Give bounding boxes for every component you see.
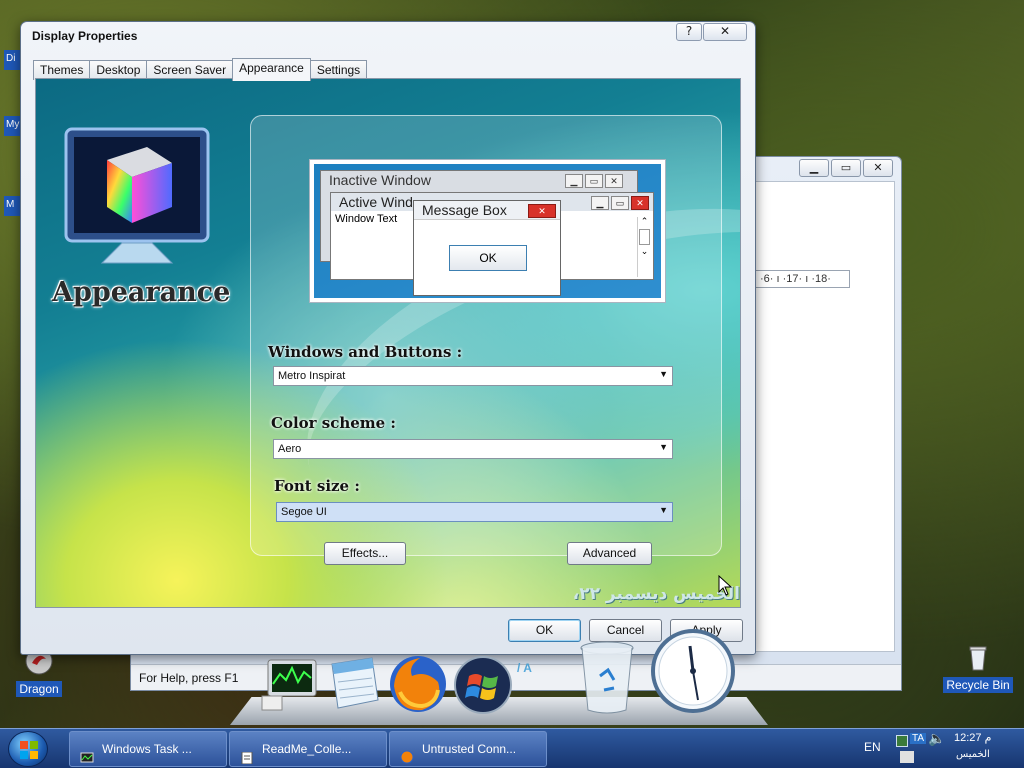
help-button[interactable]: ?: [676, 23, 702, 41]
taskbar-item-readme[interactable]: ReadMe_Colle...: [229, 731, 387, 767]
firefox-dock-icon[interactable]: [386, 652, 450, 719]
taskbar-item-task-manager[interactable]: Windows Task ...: [69, 731, 227, 767]
tab-themes[interactable]: Themes: [33, 60, 91, 80]
tray-badge[interactable]: TA: [910, 733, 927, 744]
maximize-icon: ▭: [585, 174, 603, 188]
color-scheme-value: Aero: [278, 443, 302, 455]
advanced-button[interactable]: Advanced: [567, 542, 652, 565]
clock-dock-icon[interactable]: [650, 628, 736, 717]
message-box-title: Message Box: [422, 202, 507, 218]
font-size-label: Font size :: [274, 477, 360, 495]
recycle-bin-dock-icon[interactable]: [578, 640, 636, 719]
windows-buttons-label: Windows and Buttons :: [268, 343, 463, 361]
desktop-icon-label: Recycle Bin: [943, 677, 1013, 693]
tab-settings[interactable]: Settings: [309, 60, 368, 80]
appearance-panel: Appearance Inactive Window ▁ ▭ ✕ Active Wi…: [35, 78, 741, 608]
maximize-icon: ▭: [611, 196, 629, 210]
status-bar: For Help, press F1 ‭/ A: [131, 661, 901, 690]
system-tray: EN TA 🔈 12:27 م الخميس: [864, 729, 1024, 768]
dropdown-arrow-icon: ▼: [659, 505, 668, 515]
mouse-cursor-icon: [718, 574, 733, 600]
clock-time[interactable]: 12:27 م: [954, 731, 991, 744]
taskbar-item-label: ReadMe_Colle...: [262, 742, 352, 756]
date-overlay: الخميس ديسمبر ٢٢، ٢٠٢٢: [572, 584, 740, 607]
active-window-title: Active Wind: [339, 194, 413, 210]
dialog-close-button[interactable]: ✕: [703, 23, 747, 41]
windows-buttons-select[interactable]: Metro Inspirat ▼: [273, 366, 673, 386]
font-size-value: Segoe UI: [281, 506, 327, 518]
taskbar-item-firefox[interactable]: Untrusted Conn...: [389, 731, 547, 767]
notepad-dock-icon[interactable]: [324, 654, 384, 717]
taskbar-item-label: Untrusted Conn...: [422, 742, 517, 756]
volume-icon[interactable]: 🔈: [928, 731, 945, 747]
status-text: For Help, press F1: [139, 671, 239, 685]
status-fragment: ‭/ A: [517, 661, 532, 675]
task-manager-icon: [80, 743, 94, 763]
windows-buttons-value: Metro Inspirat: [278, 370, 346, 382]
taskbar-item-label: Windows Task ...: [102, 742, 192, 756]
taskbar: Windows Task ... ReadMe_Colle... Untrust…: [0, 728, 1024, 768]
document-icon: [240, 743, 254, 765]
inactive-window-title: Inactive Window: [329, 172, 431, 188]
start-button[interactable]: [8, 731, 48, 767]
task-manager-dock-icon[interactable]: [260, 656, 322, 715]
minimize-button[interactable]: ▁: [799, 159, 829, 177]
firefox-icon: [400, 743, 414, 764]
maximize-button[interactable]: ▭: [831, 159, 861, 177]
dropdown-arrow-icon: ▼: [659, 442, 668, 452]
message-box-preview: Message Box ✕ OK: [413, 200, 561, 296]
security-icon[interactable]: [900, 751, 914, 763]
appearance-heading: Appearance: [52, 277, 231, 308]
clock-day: الخميس: [956, 749, 990, 760]
close-button[interactable]: ✕: [863, 159, 893, 177]
tab-desktop[interactable]: Desktop: [89, 60, 148, 80]
tab-appearance[interactable]: Appearance: [232, 58, 311, 81]
document-area[interactable]: [755, 181, 895, 652]
color-scheme-select[interactable]: Aero ▼: [273, 439, 673, 459]
minimize-icon: ▁: [565, 174, 583, 188]
desktop-icon-label: Dragon: [16, 681, 62, 697]
display-properties-dialog[interactable]: Display Properties ? ✕ Themes Desktop Sc…: [20, 21, 756, 655]
font-size-select[interactable]: Segoe UI ▼: [276, 502, 673, 522]
close-icon: ✕: [528, 204, 556, 218]
network-icon[interactable]: [896, 735, 908, 747]
appearance-preview: Inactive Window ▁ ▭ ✕ Active Wind ▁ ▭ ✕ Wind…: [309, 159, 666, 303]
color-scheme-label: Color scheme :: [271, 414, 396, 432]
tab-screen-saver[interactable]: Screen Saver: [146, 60, 234, 80]
language-indicator[interactable]: EN: [864, 740, 881, 754]
ok-button[interactable]: OK: [508, 619, 581, 642]
windows-dock-icon[interactable]: [452, 654, 514, 719]
desktop-icon-recycle-bin[interactable]: Recycle Bin: [938, 641, 1018, 693]
dialog-title: Display Properties: [32, 29, 138, 43]
close-icon: ✕: [605, 174, 623, 188]
message-box-ok-button: OK: [449, 245, 527, 271]
minimize-icon: ▁: [591, 196, 609, 210]
effects-button[interactable]: Effects...: [324, 542, 406, 565]
recycle-bin-icon: [962, 641, 994, 673]
scrollbar-preview: ⌃ ⌄: [637, 217, 651, 277]
ruler: ·6· ı ·17· ı ·18·: [755, 270, 850, 288]
dropdown-arrow-icon: ▼: [659, 369, 668, 379]
monitor-icon: [62, 125, 212, 278]
close-icon: ✕: [631, 196, 649, 210]
